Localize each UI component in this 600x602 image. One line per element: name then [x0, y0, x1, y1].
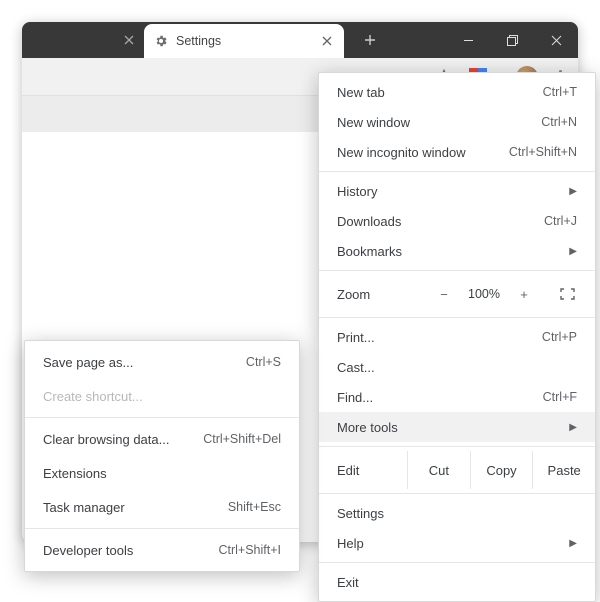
new-tab-button[interactable]	[354, 22, 386, 58]
submenu-item-save-page[interactable]: Save page as...Ctrl+S	[25, 345, 299, 379]
zoom-value: 100%	[461, 287, 507, 301]
titlebar: Settings	[22, 22, 578, 58]
minimize-icon	[463, 35, 474, 46]
menu-item-new-tab[interactable]: New tabCtrl+T	[319, 77, 595, 107]
menu-separator	[319, 270, 595, 271]
chevron-right-icon: ▶	[569, 186, 577, 197]
close-icon[interactable]	[320, 36, 334, 46]
chevron-right-icon: ▶	[569, 246, 577, 257]
menu-separator	[319, 493, 595, 494]
tab-title: Settings	[176, 34, 312, 48]
background-tab[interactable]	[34, 22, 144, 58]
close-icon	[551, 35, 562, 46]
menu-item-bookmarks[interactable]: Bookmarks▶	[319, 236, 595, 266]
submenu-item-create-shortcut: Create shortcut...	[25, 379, 299, 413]
menu-separator	[319, 446, 595, 447]
menu-item-exit[interactable]: Exit	[319, 567, 595, 597]
plus-icon	[364, 34, 376, 46]
menu-separator	[319, 317, 595, 318]
active-tab[interactable]: Settings	[144, 24, 344, 58]
submenu-item-task-manager[interactable]: Task managerShift+Esc	[25, 490, 299, 524]
fullscreen-button[interactable]	[547, 288, 587, 300]
menu-separator	[319, 562, 595, 563]
menu-item-downloads[interactable]: DownloadsCtrl+J	[319, 206, 595, 236]
edit-cut-button[interactable]: Cut	[407, 451, 470, 489]
gear-icon	[154, 34, 168, 48]
edit-paste-button[interactable]: Paste	[532, 451, 595, 489]
zoom-in-button[interactable]: +	[507, 287, 541, 302]
menu-separator	[25, 528, 299, 529]
menu-item-history[interactable]: History▶	[319, 176, 595, 206]
menu-item-zoom: Zoom − 100% +	[319, 275, 595, 313]
more-tools-submenu: Save page as...Ctrl+S Create shortcut...…	[24, 340, 300, 572]
zoom-out-button[interactable]: −	[427, 287, 461, 302]
edit-copy-button[interactable]: Copy	[470, 451, 533, 489]
submenu-item-clear-browsing-data[interactable]: Clear browsing data...Ctrl+Shift+Del	[25, 422, 299, 456]
maximize-button[interactable]	[490, 22, 534, 58]
menu-item-cast[interactable]: Cast...	[319, 352, 595, 382]
menu-item-new-window[interactable]: New windowCtrl+N	[319, 107, 595, 137]
menu-item-edit: Edit Cut Copy Paste	[319, 451, 595, 489]
menu-item-new-incognito[interactable]: New incognito windowCtrl+Shift+N	[319, 137, 595, 167]
submenu-item-extensions[interactable]: Extensions	[25, 456, 299, 490]
menu-item-settings[interactable]: Settings	[319, 498, 595, 528]
submenu-item-developer-tools[interactable]: Developer toolsCtrl+Shift+I	[25, 533, 299, 567]
menu-item-help[interactable]: Help▶	[319, 528, 595, 558]
chevron-right-icon: ▶	[569, 422, 577, 433]
window-controls	[446, 22, 578, 58]
minimize-button[interactable]	[446, 22, 490, 58]
close-icon[interactable]	[124, 35, 134, 45]
menu-item-find[interactable]: Find...Ctrl+F	[319, 382, 595, 412]
chevron-right-icon: ▶	[569, 538, 577, 549]
main-menu: New tabCtrl+T New windowCtrl+N New incog…	[318, 72, 596, 602]
fullscreen-icon	[560, 288, 575, 300]
maximize-icon	[507, 35, 518, 46]
menu-item-print[interactable]: Print...Ctrl+P	[319, 322, 595, 352]
menu-separator	[25, 417, 299, 418]
close-window-button[interactable]	[534, 22, 578, 58]
menu-separator	[319, 171, 595, 172]
menu-item-more-tools[interactable]: More tools▶	[319, 412, 595, 442]
